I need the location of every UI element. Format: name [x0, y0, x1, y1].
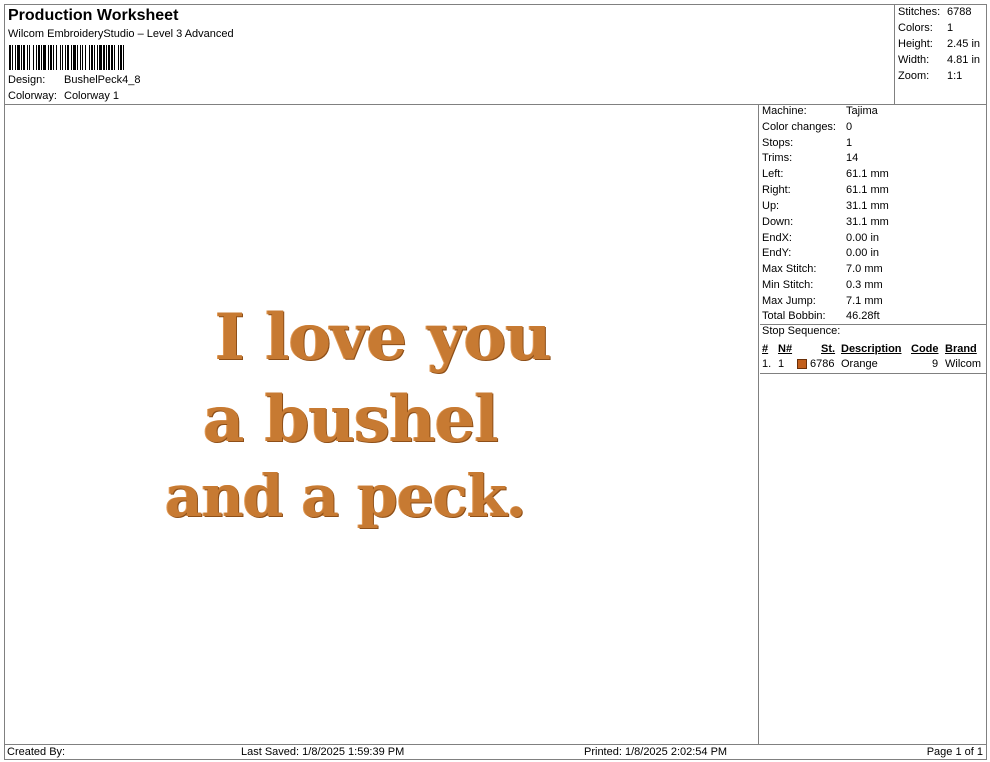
info-row: Min Stitch: 0.3 mm [762, 279, 883, 291]
summary-value: 6788 [947, 6, 972, 18]
summary-row: Zoom: 1:1 [898, 70, 962, 82]
info-label: Left: [762, 168, 784, 180]
info-value: 31.1 mm [846, 200, 889, 212]
info-row: EndY: 0.00 in [762, 247, 879, 259]
last-saved: Last Saved: 1/8/2025 1:59:39 PM [241, 746, 405, 758]
info-row: Left: 61.1 mm [762, 168, 889, 180]
info-row: Up: 31.1 mm [762, 200, 889, 212]
worksheet-header: Production Worksheet Wilcom EmbroiderySt… [4, 4, 895, 105]
info-row: Right: 61.1 mm [762, 184, 889, 196]
info-row: Trims: 14 [762, 152, 858, 164]
stop-sequence-row: 1. 1 6786 Orange 9 Wilcom [762, 358, 986, 372]
col-brand: Brand [945, 343, 977, 355]
info-label: Up: [762, 200, 780, 212]
info-value: 7.1 mm [846, 295, 883, 307]
row-stitches: 6786 [810, 358, 835, 370]
design-text-line-3: and a peck. [165, 462, 526, 530]
col-num: # [762, 343, 769, 355]
info-value: 0 [846, 121, 853, 133]
colorway-value: Colorway 1 [64, 90, 120, 102]
summary-label: Width: [898, 54, 930, 66]
info-row: Max Jump: 7.1 mm [762, 295, 883, 307]
info-row: Machine: Tajima [762, 105, 878, 117]
stop-sequence-header: # N# St. Description Code Brand [762, 343, 986, 357]
info-label: Stops: [762, 137, 794, 149]
info-label: Max Stitch: [762, 263, 817, 275]
summary-row: Colors: 1 [898, 22, 953, 34]
row-description: Orange [841, 358, 878, 370]
info-row: Total Bobbin: 46.28ft [762, 310, 880, 322]
row-needle: 1 [778, 358, 785, 370]
machine-info-panel: Machine: Tajima Color changes: 0 Stops: 1 T… [760, 105, 987, 745]
design-text-line-2: a bushel [203, 382, 499, 457]
info-value: Tajima [846, 105, 878, 117]
info-value: 14 [846, 152, 859, 164]
info-label: Right: [762, 184, 791, 196]
design-preview-canvas: I love you a bushel and a peck. [5, 105, 759, 745]
summary-label: Stitches: [898, 6, 941, 18]
summary-row: Height: 2.45 in [898, 38, 980, 50]
design-text-line-1: I love you [215, 300, 552, 375]
info-value: 31.1 mm [846, 216, 889, 228]
row-num: 1. [762, 358, 772, 370]
design-label: Design: [8, 74, 46, 86]
summary-label: Zoom: [898, 70, 930, 82]
col-description: Description [841, 343, 902, 355]
info-row: Max Stitch: 7.0 mm [762, 263, 883, 275]
summary-value: 2.45 in [947, 38, 981, 50]
row-brand: Wilcom [945, 358, 982, 370]
divider [760, 373, 987, 374]
summary-label: Height: [898, 38, 933, 50]
row-code: 9 [932, 358, 939, 370]
summary-row: Stitches: 6788 [898, 6, 971, 18]
info-value: 61.1 mm [846, 168, 889, 180]
summary-value: 1 [947, 22, 954, 34]
info-row: Color changes: 0 [762, 121, 852, 133]
summary-row: Width: 4.81 in [898, 54, 980, 66]
info-value: 46.28ft [846, 310, 880, 322]
info-label: EndY: [762, 247, 792, 259]
info-value: 7.0 mm [846, 263, 883, 275]
info-label: Total Bobbin: [762, 310, 826, 322]
info-value: 0.3 mm [846, 279, 883, 291]
worksheet-footer: Created By: Last Saved: 1/8/2025 1:59:39… [4, 744, 987, 760]
created-by: Created By: [7, 746, 66, 758]
summary-box: Stitches: 6788 Colors: 1 Height: 2.45 in… [895, 4, 987, 105]
page-number: Page 1 of 1 [926, 746, 983, 758]
info-value: 0.00 in [846, 232, 880, 244]
design-row: Design: BushelPeck4_8 [8, 74, 140, 86]
thread-color-swatch [797, 359, 807, 369]
col-needle: N# [778, 343, 793, 355]
summary-value: 4.81 in [947, 54, 981, 66]
printed-date: Printed: 1/8/2025 2:02:54 PM [584, 746, 728, 758]
info-label: Max Jump: [762, 295, 816, 307]
colorway-row: Colorway: Colorway 1 [8, 90, 119, 102]
info-value: 0.00 in [846, 247, 880, 259]
info-label: EndX: [762, 232, 792, 244]
summary-label: Colors: [898, 22, 933, 34]
design-value: BushelPeck4_8 [64, 74, 141, 86]
page-title: Production Worksheet [8, 7, 179, 24]
software-name: Wilcom EmbroideryStudio – Level 3 Advanc… [8, 28, 234, 40]
stop-sequence-title: Stop Sequence: [762, 325, 841, 337]
colorway-label: Colorway: [8, 90, 57, 102]
info-label: Trims: [762, 152, 793, 164]
info-row: EndX: 0.00 in [762, 232, 879, 244]
info-label: Color changes: [762, 121, 836, 133]
summary-value: 1:1 [947, 70, 963, 82]
info-label: Down: [762, 216, 794, 228]
info-value: 61.1 mm [846, 184, 889, 196]
col-code: Code [911, 343, 939, 355]
info-row: Down: 31.1 mm [762, 216, 889, 228]
info-label: Machine: [762, 105, 807, 117]
info-label: Min Stitch: [762, 279, 814, 291]
embroidery-design: I love you a bushel and a peck. [155, 300, 615, 550]
info-row: Stops: 1 [762, 137, 852, 149]
barcode-icon [9, 45, 124, 70]
col-stitches: St. [821, 343, 836, 355]
info-value: 1 [846, 137, 853, 149]
